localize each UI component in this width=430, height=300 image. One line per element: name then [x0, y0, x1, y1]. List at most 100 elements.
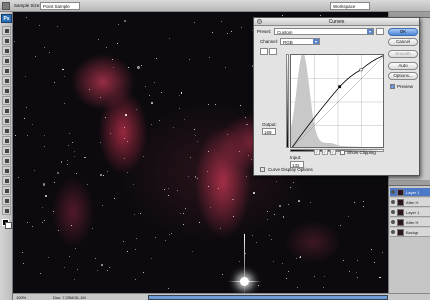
star [68, 256, 70, 258]
layer-name: Layer 1 [406, 190, 420, 195]
path-selection-tool-icon[interactable] [2, 186, 11, 195]
star [70, 225, 72, 227]
output-value-field[interactable]: 169 [262, 128, 276, 135]
horizontal-scrollbar[interactable] [148, 295, 388, 300]
star [180, 92, 183, 94]
star [127, 172, 129, 174]
move-tool-icon[interactable] [2, 26, 11, 35]
star [363, 201, 364, 203]
curve-control-point[interactable] [338, 85, 342, 89]
star [231, 31, 232, 32]
pen-tool-icon[interactable] [2, 166, 11, 175]
curve-graph[interactable] [290, 54, 384, 148]
workspace-menu[interactable]: Workspace [330, 2, 370, 10]
preset-select[interactable]: Custom ▾ [274, 28, 374, 35]
visibility-eye-icon[interactable] [391, 220, 395, 224]
star [101, 205, 103, 207]
star [63, 76, 65, 78]
input-label: Input: [290, 155, 302, 160]
star [67, 159, 69, 161]
visibility-eye-icon[interactable] [391, 210, 395, 214]
lasso-tool-icon[interactable] [2, 46, 11, 55]
star [188, 176, 190, 178]
white-point-eyedropper-icon[interactable]: ⁄ [330, 149, 336, 155]
history-brush-tool-icon[interactable] [2, 116, 11, 125]
preview-checkbox[interactable] [390, 84, 395, 89]
expand-options-icon[interactable] [260, 167, 265, 172]
star [42, 183, 45, 186]
star [49, 51, 51, 53]
star [45, 194, 48, 198]
star [99, 96, 101, 98]
pencil-draw-icon[interactable] [269, 48, 277, 55]
star [322, 287, 324, 288]
curve-edit-points-icon[interactable] [260, 48, 268, 55]
visibility-eye-icon[interactable] [391, 200, 395, 204]
healing-brush-tool-icon[interactable] [2, 86, 11, 95]
magic-wand-tool-icon[interactable] [2, 56, 11, 65]
visibility-eye-icon[interactable] [391, 190, 395, 194]
close-dialog-icon[interactable] [257, 19, 262, 24]
output-label: Output: [262, 122, 277, 127]
star [246, 123, 248, 126]
cancel-button[interactable]: Cancel [388, 38, 418, 46]
display-options-label[interactable]: Curve Display Options [268, 167, 313, 172]
background-color-swatch[interactable] [5, 222, 12, 229]
star [155, 57, 157, 59]
marquee-tool-icon[interactable] [2, 36, 11, 45]
curve-plot[interactable] [291, 55, 384, 148]
star [188, 59, 190, 60]
gradient-tool-icon[interactable] [2, 136, 11, 145]
star [247, 154, 250, 157]
star [299, 256, 302, 258]
dodge-tool-icon[interactable] [2, 156, 11, 165]
star [355, 271, 357, 273]
star [26, 16, 28, 18]
curve-control-point[interactable] [359, 68, 363, 72]
channel-select[interactable]: RGB ▾ [280, 38, 320, 45]
visibility-eye-icon[interactable] [391, 230, 395, 234]
clone-stamp-tool-icon[interactable] [2, 106, 11, 115]
star [275, 181, 277, 183]
zoom-tool-icon[interactable] [2, 206, 11, 215]
layer-row[interactable]: Backgr [390, 228, 430, 237]
hand-tool-icon[interactable] [2, 196, 11, 205]
star [348, 270, 350, 272]
star [154, 236, 156, 238]
layer-thumbnail [397, 199, 404, 206]
star [241, 27, 242, 29]
layers-panel-header[interactable] [389, 180, 430, 186]
options-button[interactable]: Options... [388, 72, 418, 80]
eyedropper-tool-icon[interactable] [2, 2, 10, 10]
star [193, 21, 195, 23]
star [100, 141, 102, 143]
layer-row[interactable]: Layer 1 [390, 188, 430, 197]
smooth-button[interactable]: Smooth [388, 50, 418, 58]
layer-row[interactable]: Layer 1 [390, 208, 430, 217]
crop-tool-icon[interactable] [2, 66, 11, 75]
brush-tool-icon[interactable] [2, 96, 11, 105]
preset-options-icon[interactable] [376, 28, 384, 35]
star [105, 46, 107, 48]
eraser-tool-icon[interactable] [2, 126, 11, 135]
star [127, 140, 129, 142]
show-clipping-checkbox[interactable] [340, 150, 345, 155]
star [208, 57, 210, 59]
slice-tool-icon[interactable] [2, 76, 11, 85]
gray-point-eyedropper-icon[interactable]: ⁄ [322, 149, 328, 155]
zoom-level[interactable]: 100% [16, 295, 26, 300]
auto-button[interactable]: Auto [388, 62, 418, 70]
status-bar: 100% Doc: 7.29M/31.1M [13, 293, 430, 300]
black-point-eyedropper-icon[interactable]: ⁄ [314, 149, 320, 155]
layer-row[interactable]: After H [390, 198, 430, 207]
blur-tool-icon[interactable] [2, 146, 11, 155]
star [313, 276, 315, 278]
type-tool-icon[interactable] [2, 176, 11, 185]
star [64, 266, 66, 268]
star [370, 248, 372, 250]
star [172, 127, 174, 128]
star [151, 102, 153, 104]
ok-button[interactable]: OK [388, 28, 418, 36]
layer-row[interactable]: After H [390, 218, 430, 227]
sample-size-select[interactable]: Point Sample [40, 2, 80, 10]
